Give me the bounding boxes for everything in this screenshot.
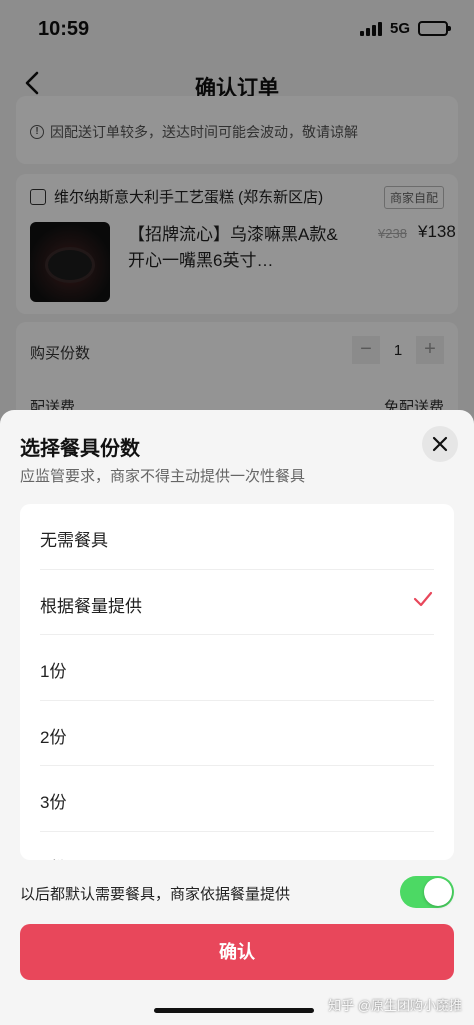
option-2[interactable]: 2份 (40, 701, 434, 766)
option-label: 根据餐量提供 (40, 596, 142, 616)
option-1[interactable]: 1份 (40, 635, 434, 701)
option-label: 无需餐具 (40, 531, 108, 550)
option-3[interactable]: 3份 (40, 766, 434, 832)
cutlery-sheet: 选择餐具份数 应监管要求，商家不得主动提供一次性餐具 无需餐具 根据餐量提供 1… (0, 410, 474, 1025)
option-by-portion[interactable]: 根据餐量提供 (40, 570, 434, 635)
default-cutlery-toggle[interactable] (400, 876, 454, 908)
home-indicator[interactable] (154, 1008, 314, 1013)
watermark: 知乎 @原生团购小魔推 (328, 998, 462, 1013)
option-label: 1份 (40, 662, 67, 681)
checkmark-icon (412, 588, 434, 610)
option-4[interactable]: 4份 (40, 832, 434, 861)
confirm-button[interactable]: 确认 (20, 924, 454, 980)
default-cutlery-label: 以后都默认需要餐具，商家依据餐量提供 (20, 886, 291, 903)
option-label: 4份 (40, 854, 66, 861)
sheet-subtitle: 应监管要求，商家不得主动提供一次性餐具 (20, 468, 306, 485)
default-cutlery-row: 以后都默认需要餐具，商家依据餐量提供 (20, 876, 454, 910)
cutlery-option-list: 无需餐具 根据餐量提供 1份 2份 3份 4份 (20, 504, 454, 860)
sheet-title: 选择餐具份数 (20, 438, 140, 460)
toggle-knob (424, 878, 452, 906)
close-icon[interactable] (422, 426, 458, 462)
option-label: 2份 (40, 727, 67, 747)
option-label: 3份 (40, 793, 67, 812)
option-no-cutlery[interactable]: 无需餐具 (40, 504, 434, 570)
